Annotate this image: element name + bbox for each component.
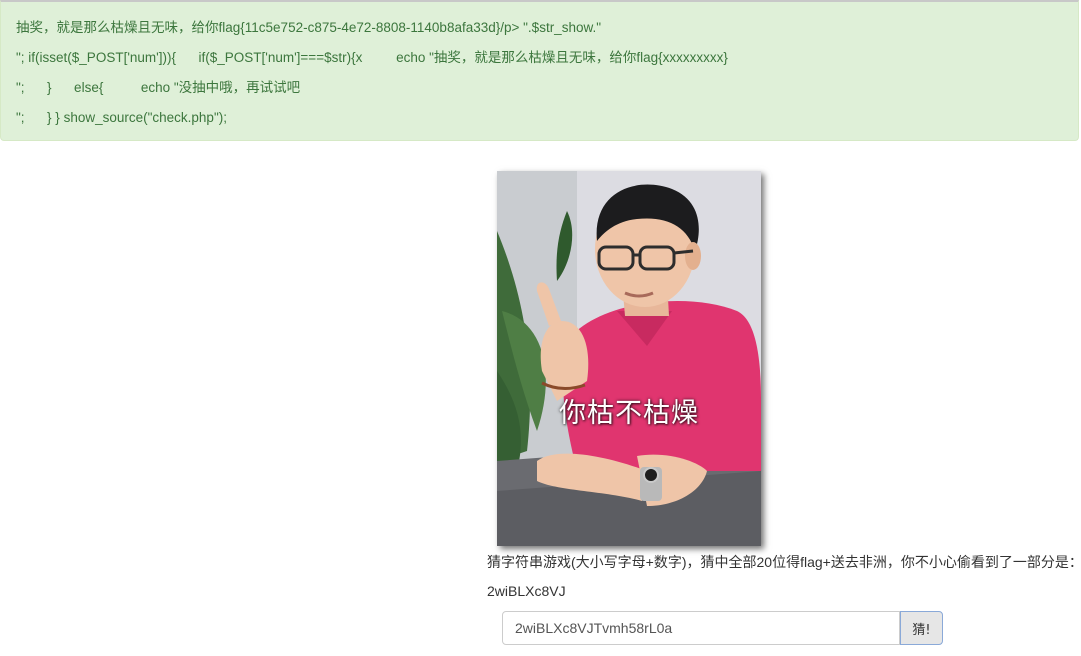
meme-image: 你枯不枯燥	[497, 171, 761, 546]
meme-illustration	[497, 171, 761, 546]
meme-caption: 你枯不枯燥	[559, 398, 699, 429]
source-code-alert: 抽奖，就是那么枯燥且无味，给你flag{11c5e752-c875-4e72-8…	[0, 0, 1079, 141]
partial-string: 2wiBLXc8VJ	[487, 583, 566, 599]
guess-button[interactable]: 猜!	[900, 611, 943, 645]
source-line-1: 抽奖，就是那么枯燥且无味，给你flag{11c5e752-c875-4e72-8…	[16, 20, 602, 35]
game-hint-text: 猜字符串游戏(大小写字母+数字)，猜中全部20位得flag+送去非洲，你不小心偷…	[487, 554, 1081, 570]
source-line-2: "; if(isset($_POST['num'])){ if($_POST['…	[16, 50, 728, 65]
source-line-4: "; } } show_source("check.php");	[16, 110, 227, 125]
guess-input[interactable]	[502, 611, 900, 645]
source-line-3: "; } else{ echo "没抽中哦，再试试吧	[16, 80, 301, 95]
